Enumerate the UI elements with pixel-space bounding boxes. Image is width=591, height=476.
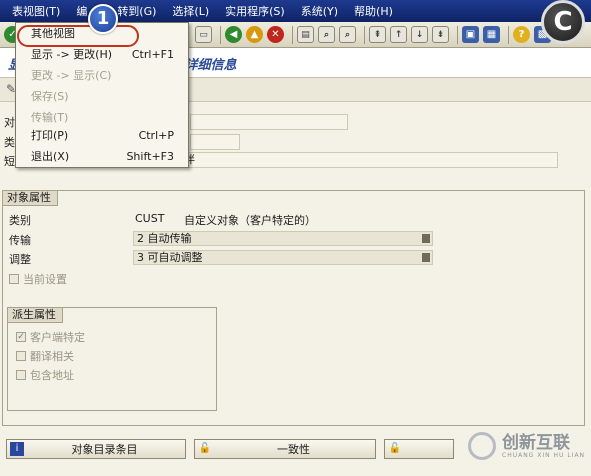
menu-print-shortcut: Ctrl+P [138, 129, 174, 142]
watermark-name: 创新互联 [502, 432, 570, 453]
client-specific-label: 客户端特定 [30, 331, 85, 344]
previous-page-icon[interactable]: ↑ [390, 26, 407, 43]
menu-print-label: 打印(P) [31, 129, 69, 142]
exit-icon[interactable]: ▲ [246, 26, 263, 43]
adjust-label: 调整 [9, 253, 31, 266]
consistency-button[interactable]: 🔓 一致性 [194, 439, 376, 459]
menu-table-view[interactable]: 表视图(T) [12, 3, 60, 19]
find-next-icon[interactable]: ⌕ [339, 26, 356, 43]
highlight-annotation [17, 25, 139, 47]
help-icon[interactable]: ? [513, 26, 530, 43]
object-field[interactable] [190, 114, 348, 130]
print-icon[interactable]: ▤ [297, 26, 314, 43]
menu-display-change-label: 显示 -> 更改(H) [31, 48, 113, 61]
object-catalog-label: 对象目录条目 [71, 443, 138, 456]
next-page-icon[interactable]: ↓ [411, 26, 428, 43]
step-callout-badge: 1 [88, 4, 118, 34]
menu-system[interactable]: 系统(Y) [301, 3, 338, 19]
contains-address-checkbox[interactable] [16, 370, 26, 380]
third-button[interactable]: 🔓 [384, 439, 454, 459]
watermark-icon [468, 432, 496, 460]
back-icon[interactable]: ◀ [225, 26, 242, 43]
menu-exit-shortcut: Shift+F3 [126, 150, 174, 163]
menu-transport-label: 传输(T) [31, 111, 69, 124]
transport-label: 传输 [9, 234, 31, 247]
translation-relevant-row: 翻译相关 [16, 348, 74, 364]
menu-save[interactable]: 保存(S) [16, 86, 188, 107]
menu-change-display[interactable]: 更改 -> 显示(C) [16, 65, 188, 86]
short-text-field[interactable]: 伙伴 [168, 152, 558, 168]
derived-attributes-title: 派生属性 [8, 308, 63, 323]
object-attributes-group: 对象属性 类别 CUST 自定义对象（客户特定的） 传输 2 自动传输 调整 3… [2, 190, 585, 426]
lock-icon: 🔓 [198, 443, 212, 454]
watermark-logo: 创新互联 CHUANG XIN HU LIAN [468, 432, 585, 460]
first-page-icon[interactable]: ⇞ [369, 26, 386, 43]
dropdown-icon[interactable] [422, 253, 430, 262]
current-setting-label: 当前设置 [23, 273, 67, 286]
consistency-label: 一致性 [277, 443, 310, 456]
adjust-value: 3 可自动调整 [137, 251, 203, 264]
menu-help[interactable]: 帮助(H) [354, 3, 393, 19]
derived-attributes-group: 派生属性 ✓ 客户端特定 翻译相关 包含地址 [7, 307, 217, 411]
transport-value: 2 自动传输 [137, 232, 192, 245]
menu-print[interactable]: 打印(P) Ctrl+P [16, 125, 188, 146]
current-setting-checkbox[interactable] [9, 274, 19, 284]
new-session-icon[interactable]: ▣ [462, 26, 479, 43]
current-setting-row: 当前设置 [9, 271, 67, 287]
transport-dropdown[interactable]: 2 自动传输 [133, 231, 433, 246]
contains-address-label: 包含地址 [30, 369, 74, 382]
type-field[interactable] [190, 134, 240, 150]
dropdown-icon[interactable] [422, 234, 430, 243]
translation-relevant-checkbox[interactable] [16, 351, 26, 361]
category-value: CUST [135, 212, 165, 225]
object-catalog-button[interactable]: i 对象目录条目 [6, 439, 186, 459]
watermark-subtitle: CHUANG XIN HU LIAN [502, 451, 586, 459]
adjust-dropdown[interactable]: 3 可自动调整 [133, 250, 433, 265]
menu-exit[interactable]: 退出(X) Shift+F3 [16, 146, 188, 167]
object-attributes-title: 对象属性 [3, 191, 58, 206]
menu-save-label: 保存(S) [31, 90, 69, 103]
menu-exit-label: 退出(X) [31, 150, 70, 163]
client-specific-row: ✓ 客户端特定 [16, 329, 85, 345]
category-label: 类别 [9, 214, 31, 227]
find-icon[interactable]: ⌕ [318, 26, 335, 43]
client-specific-checkbox[interactable]: ✓ [16, 332, 26, 342]
save-icon[interactable]: ▭ [195, 26, 212, 43]
last-page-icon[interactable]: ⇟ [432, 26, 449, 43]
translation-relevant-label: 翻译相关 [30, 350, 74, 363]
menu-display-change-shortcut: Ctrl+F1 [131, 48, 174, 61]
shortcut-icon[interactable]: ▦ [483, 26, 500, 43]
lock-icon: 🔓 [388, 443, 402, 454]
menu-display-change[interactable]: 显示 -> 更改(H) Ctrl+F1 [16, 44, 188, 65]
menu-goto[interactable]: 转到(G) [117, 3, 156, 19]
cancel-icon[interactable]: ✕ [267, 26, 284, 43]
info-icon: i [10, 442, 24, 456]
menu-change-display-label: 更改 -> 显示(C) [31, 69, 112, 82]
contains-address-row: 包含地址 [16, 367, 74, 383]
category-description: 自定义对象（客户特定的） [184, 214, 316, 227]
corner-logo-badge: C [541, 0, 585, 44]
menu-utilities[interactable]: 实用程序(S) [225, 3, 285, 19]
menu-selection[interactable]: 选择(L) [172, 3, 209, 19]
menu-edit[interactable]: 编 [76, 3, 87, 19]
